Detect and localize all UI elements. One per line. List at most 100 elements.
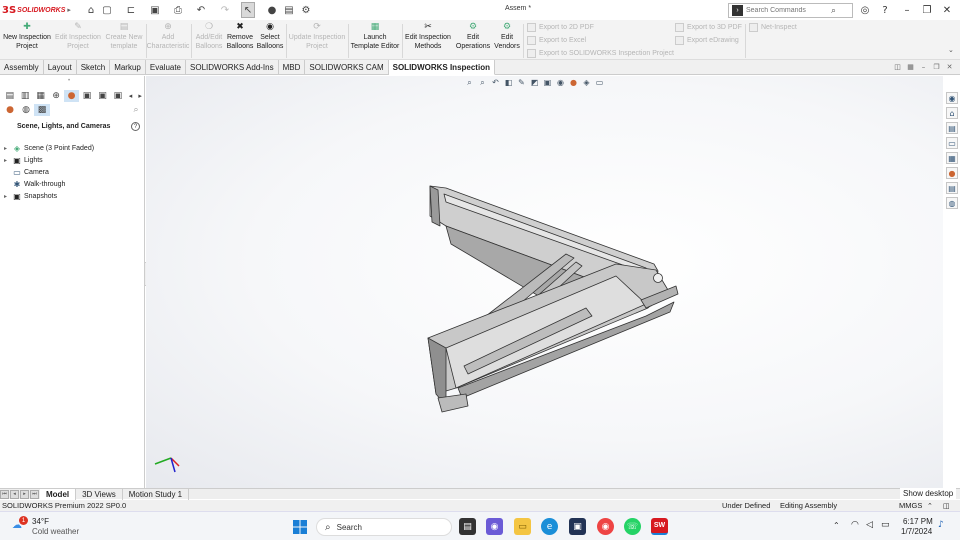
units-menu-arrow-icon[interactable]: ⌃: [927, 502, 933, 510]
edit-vendors-button[interactable]: ⚙ Edit Vendors: [493, 22, 521, 58]
tab-inspection[interactable]: SOLIDWORKS Inspection: [388, 60, 495, 75]
zoom-to-fit-icon[interactable]: ⌕: [464, 77, 475, 88]
dynamic-annotation-icon[interactable]: ✎: [516, 77, 527, 88]
wifi-icon[interactable]: ◠: [851, 520, 859, 530]
home-pane-icon[interactable]: ⌂: [946, 107, 958, 119]
solidworks-logo[interactable]: 3S SOLIDWORKS ▸: [0, 0, 72, 20]
redo-icon[interactable]: ↷: [218, 2, 232, 18]
file-properties-icon[interactable]: ▤: [283, 2, 295, 18]
ribbon-expand-arrow-icon[interactable]: ⌄: [948, 46, 954, 54]
edge-browser-icon[interactable]: e: [541, 518, 558, 535]
export-excel-button[interactable]: Export to Excel: [527, 36, 586, 45]
minimize-icon[interactable]: –: [900, 3, 914, 17]
notification-bell-icon[interactable]: ♪: [938, 520, 944, 530]
cam-tool-tree-icon[interactable]: ▣: [110, 90, 125, 102]
close-icon[interactable]: ✕: [940, 3, 954, 17]
launch-template-editor-button[interactable]: ▦ Launch Template Editor: [350, 22, 400, 58]
clock-date[interactable]: 1/7/2024: [901, 527, 932, 536]
export-2d-pdf-button[interactable]: Export to 2D PDF: [527, 23, 594, 32]
next-tab-arrow-icon[interactable]: ▸: [20, 489, 29, 499]
tab-markup[interactable]: Markup: [110, 60, 146, 75]
whatsapp-icon[interactable]: ☏: [624, 518, 641, 535]
search-commands-box[interactable]: › ⌕: [728, 3, 853, 18]
viewport-close-icon[interactable]: ✕: [945, 62, 954, 71]
viewport-minimize-icon[interactable]: –: [919, 62, 928, 71]
add-characteristic-button[interactable]: ⊕ Add Characteristic: [147, 22, 190, 58]
apply-scene-icon[interactable]: ◈: [581, 77, 592, 88]
hide-show-items-icon[interactable]: ◉: [555, 77, 566, 88]
property-manager-icon[interactable]: ▥: [17, 90, 32, 102]
last-tab-arrow-icon[interactable]: ⏭: [30, 489, 39, 499]
restore-icon[interactable]: ❐: [920, 3, 934, 17]
forum-icon[interactable]: ◍: [946, 197, 958, 209]
viewport-collapse-icon[interactable]: ◫: [893, 62, 902, 71]
tabs-right-arrow-icon[interactable]: ▸: [135, 90, 145, 102]
previous-view-icon[interactable]: ↶: [490, 77, 501, 88]
save-icon[interactable]: ▣: [148, 2, 162, 18]
file-explorer-app-icon[interactable]: ▭: [514, 518, 531, 535]
view-palette-icon[interactable]: ▦: [946, 152, 958, 164]
tab-layout[interactable]: Layout: [44, 60, 77, 75]
first-tab-arrow-icon[interactable]: ⏮: [0, 489, 9, 499]
export-sw-inspection-button[interactable]: Export to SOLIDWORKS Inspection Project: [527, 49, 674, 58]
view-orientation-icon[interactable]: ◩: [529, 77, 540, 88]
tree-item-lights[interactable]: ▸ ▣ Lights: [4, 154, 144, 166]
tab-assembly[interactable]: Assembly: [0, 60, 44, 75]
microsoft-store-icon[interactable]: ▣: [569, 518, 586, 535]
graphics-viewport[interactable]: [146, 76, 943, 488]
add-edit-balloons-button[interactable]: ❍ Add/Edit Balloons: [193, 22, 225, 58]
edit-inspection-project-button[interactable]: ✎ Edit Inspection Project: [53, 22, 103, 58]
display-manager-icon[interactable]: ●: [63, 90, 80, 102]
tab-cam[interactable]: SOLIDWORKS CAM: [305, 60, 389, 75]
tree-item-snapshots[interactable]: ▸ ▣ Snapshots: [4, 190, 144, 202]
search-scope-icon[interactable]: ›: [732, 5, 743, 16]
view-settings-icon[interactable]: ▭: [594, 77, 605, 88]
windows-start-icon[interactable]: [291, 518, 308, 535]
tree-item-camera[interactable]: ▭ Camera: [4, 166, 144, 178]
tab-evaluate[interactable]: Evaluate: [146, 60, 187, 75]
select-pointer-icon[interactable]: ↖: [241, 2, 255, 18]
chrome-browser-icon[interactable]: ◉: [597, 518, 614, 535]
options-gear-icon[interactable]: ⚙: [299, 2, 313, 18]
open-folder-icon[interactable]: ⊏: [124, 2, 138, 18]
new-document-icon[interactable]: ▢: [100, 2, 114, 18]
section-view-icon[interactable]: ◧: [503, 77, 514, 88]
select-balloons-button[interactable]: ◉ Select Balloons: [256, 22, 284, 58]
tab-mbd[interactable]: MBD: [279, 60, 306, 75]
feature-manager-icon[interactable]: ▤: [2, 90, 17, 102]
tab-model[interactable]: Model: [40, 488, 77, 500]
custom-properties-icon[interactable]: ▤: [946, 182, 958, 194]
solidworks-taskbar-icon[interactable]: SW: [651, 518, 668, 535]
tab-addins[interactable]: SOLIDWORKS Add-Ins: [186, 60, 279, 75]
panel-search-icon[interactable]: ⌕: [128, 104, 144, 116]
appearances-icon[interactable]: ●: [2, 104, 18, 116]
net-inspect-button[interactable]: Net-Inspect: [749, 23, 797, 32]
edit-operations-button[interactable]: ⚙ Edit Operations: [454, 22, 492, 58]
tab-sketch[interactable]: Sketch: [77, 60, 111, 75]
panel-help-icon[interactable]: ?: [131, 122, 140, 131]
taskbar-search-box[interactable]: ⌕ Search: [316, 518, 452, 536]
create-new-template-button[interactable]: ▤ Create New template: [104, 22, 144, 58]
viewport-restore-icon[interactable]: ❐: [932, 62, 941, 71]
help-icon[interactable]: ?: [878, 3, 892, 17]
remove-balloons-button[interactable]: ✖ Remove Balloons: [225, 22, 255, 58]
search-input[interactable]: [746, 7, 831, 14]
new-inspection-project-button[interactable]: ✚ New Inspection Project: [2, 22, 52, 58]
panel-grip[interactable]: •: [68, 78, 70, 84]
dimxpert-icon[interactable]: ⊕: [48, 90, 63, 102]
battery-icon[interactable]: ▭: [881, 520, 890, 530]
configuration-manager-icon[interactable]: ▦: [33, 90, 48, 102]
clock-time[interactable]: 6:17 PM: [903, 517, 933, 526]
edit-inspection-methods-button[interactable]: ✂ Edit Inspection Methods: [404, 22, 452, 58]
display-style-icon[interactable]: ▣: [542, 77, 553, 88]
expand-arrow-icon[interactable]: ▸: [4, 145, 12, 152]
tab-3d-views[interactable]: 3D Views: [76, 488, 123, 500]
expand-arrow-icon[interactable]: ▸: [4, 193, 12, 200]
viewport-tile-icon[interactable]: ▦: [906, 62, 915, 71]
status-options-icon[interactable]: ◫: [943, 502, 950, 510]
task-view-icon[interactable]: ▤: [459, 518, 476, 535]
chat-icon[interactable]: ◉: [486, 518, 503, 535]
undo-icon[interactable]: ↶: [194, 2, 208, 18]
volume-icon[interactable]: ◁: [866, 520, 873, 530]
user-account-icon[interactable]: ◎: [858, 3, 872, 17]
